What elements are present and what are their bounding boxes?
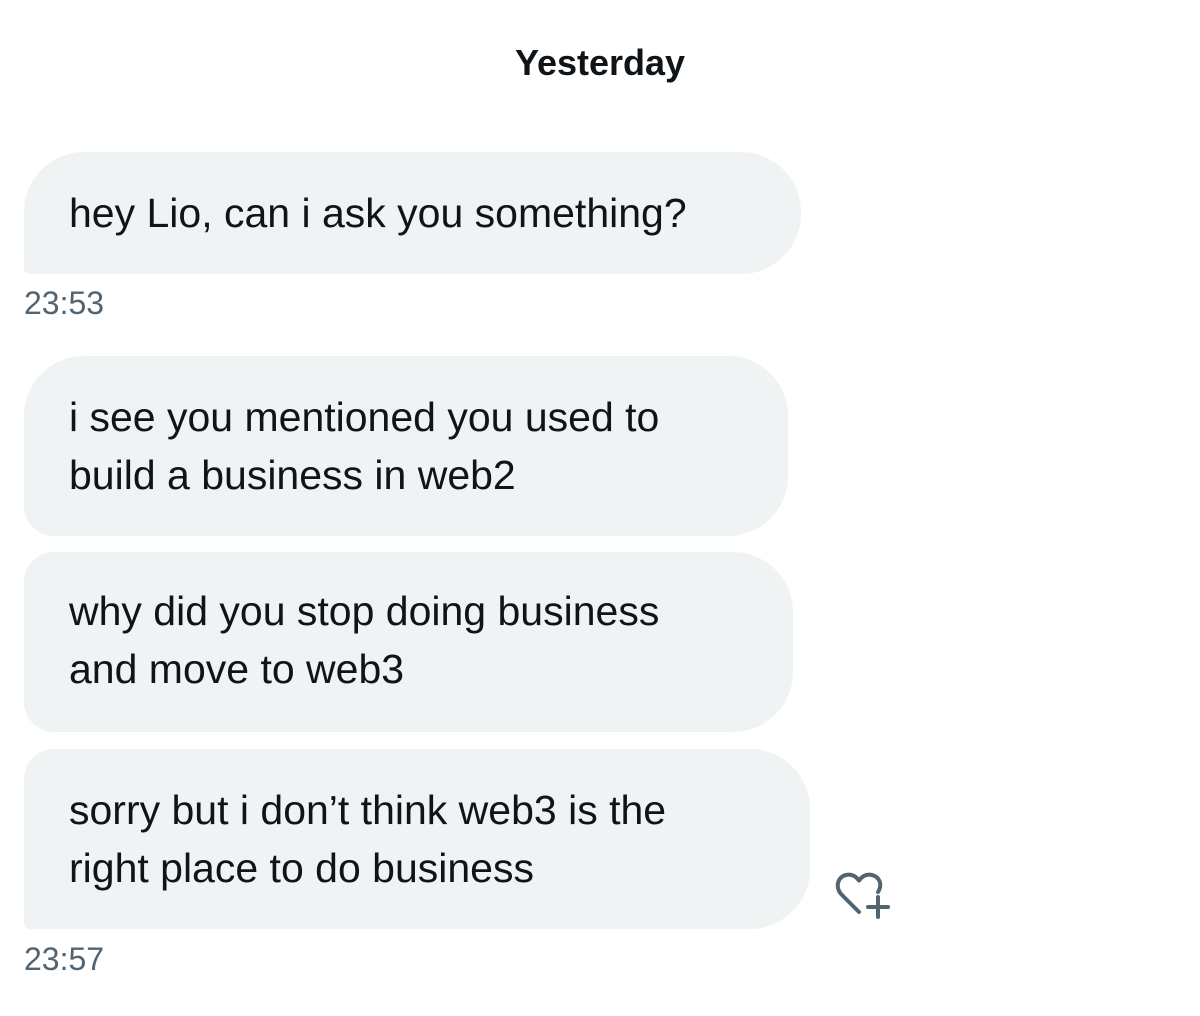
add-reaction-button[interactable] (832, 868, 896, 924)
message-timestamp: 23:57 (24, 941, 105, 977)
message-bubble[interactable]: i see you mentioned you used to build a … (24, 356, 788, 536)
message-bubble[interactable]: why did you stop doing business and move… (24, 552, 793, 732)
message-bubble[interactable]: sorry but i don’t think web3 is the righ… (24, 749, 810, 929)
message-timestamp: 23:53 (24, 285, 105, 321)
date-separator: Yesterday (514, 42, 686, 83)
heart-plus-icon (835, 872, 890, 919)
message-bubble[interactable]: hey Lio, can i ask you something? (24, 152, 801, 274)
